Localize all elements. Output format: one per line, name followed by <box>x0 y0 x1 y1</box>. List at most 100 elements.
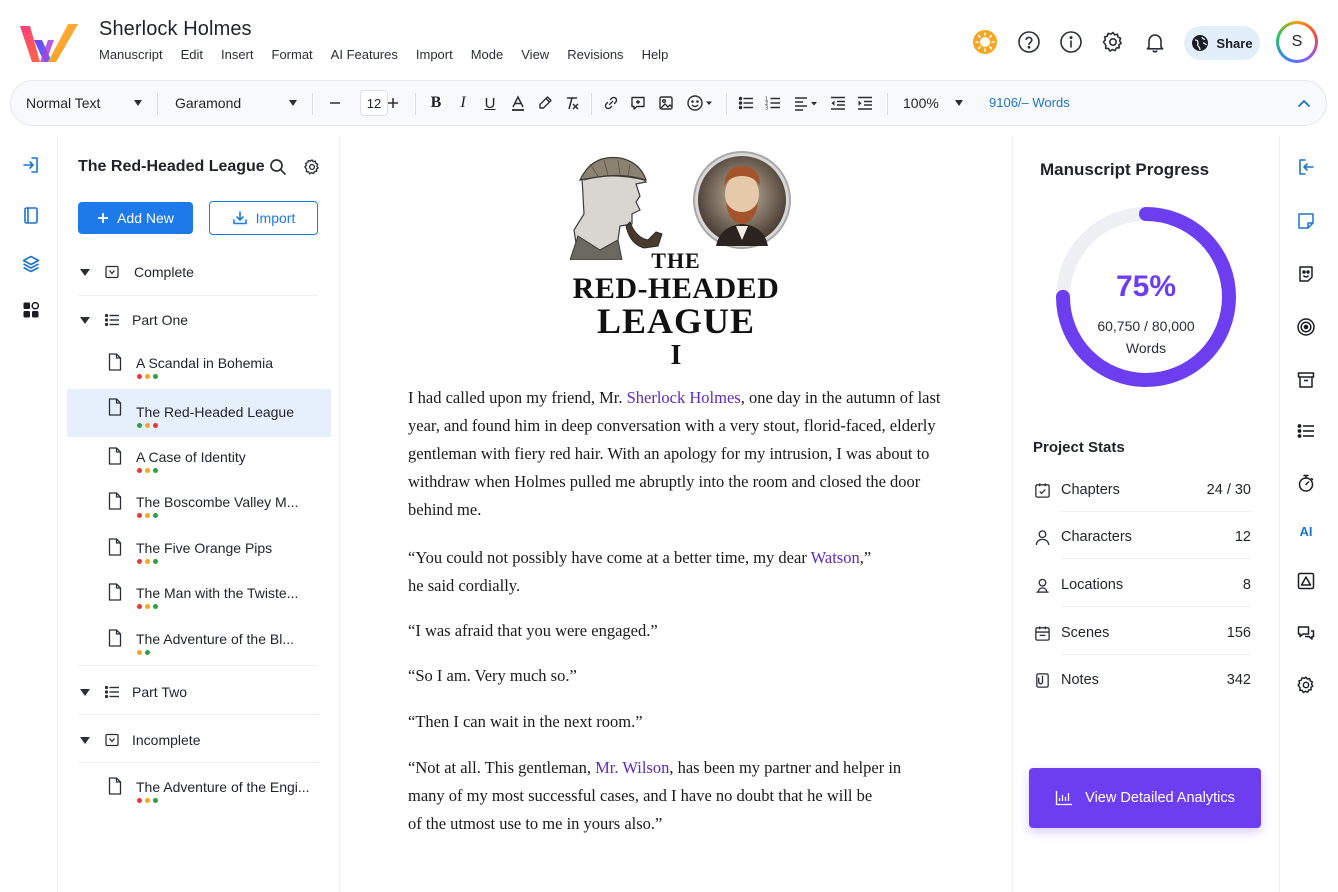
theme-toggle-sun-icon[interactable] <box>972 29 998 55</box>
character-link-watson[interactable]: Watson <box>811 548 860 567</box>
tree-settings-gear-icon[interactable] <box>302 157 322 177</box>
tree-title: The Red-Headed League <box>78 158 265 175</box>
tree-item-boscombe-valley[interactable]: The Boscombe Valley M... <box>58 487 340 527</box>
chat-bubbles-icon[interactable] <box>1295 623 1317 645</box>
widgets-icon[interactable] <box>20 299 42 321</box>
tree-item-adventure-engineer[interactable]: The Adventure of the Engi... <box>58 772 340 812</box>
menu-import[interactable]: Import <box>416 47 453 62</box>
character-card-icon[interactable] <box>1295 263 1317 285</box>
zoom-select[interactable]: 100% <box>903 81 963 125</box>
collapse-right-panel-icon[interactable] <box>1295 156 1317 178</box>
tree-group-incomplete[interactable]: Incomplete <box>58 730 340 750</box>
bold-icon[interactable]: B <box>426 93 446 113</box>
settings-gear-icon[interactable] <box>1295 674 1317 696</box>
search-icon[interactable] <box>268 157 288 177</box>
text-run: “Not at all. This gentleman, <box>408 758 596 777</box>
target-icon[interactable] <box>1295 316 1317 338</box>
document-title[interactable]: Sherlock Holmes <box>99 18 252 41</box>
timer-icon[interactable] <box>1295 472 1317 494</box>
manuscript-editor[interactable]: THE RED-HEADED LEAGUE I I had called upo… <box>340 136 1012 892</box>
add-new-button[interactable]: Add New <box>78 202 193 234</box>
menu-mode[interactable]: Mode <box>471 47 504 62</box>
help-icon[interactable] <box>1016 29 1042 55</box>
tree-item-label: The Five Orange Pips <box>136 540 273 556</box>
user-avatar[interactable]: S <box>1276 21 1318 63</box>
paragraph-6[interactable]: “Not at all. This gentleman, Mr. Wilson,… <box>408 754 968 838</box>
menu-ai-features[interactable]: AI Features <box>331 47 398 62</box>
stat-chapters[interactable]: Chapters 24 / 30 <box>1033 478 1251 502</box>
tree-item-case-of-identity[interactable]: A Case of Identity <box>58 442 340 482</box>
highlight-pen-icon[interactable] <box>535 93 555 113</box>
stat-divider <box>1061 654 1251 655</box>
app-logo-icon[interactable] <box>18 20 80 66</box>
font-family-select[interactable]: Garamond <box>175 81 298 125</box>
collapse-panel-icon[interactable] <box>20 154 42 176</box>
tree-item-scandal-in-bohemia[interactable]: A Scandal in Bohemia <box>58 348 340 388</box>
menu-view[interactable]: View <box>521 47 549 62</box>
stat-notes[interactable]: Notes 342 <box>1033 668 1251 692</box>
tree-item-adventure-blue[interactable]: The Adventure of the Bl... <box>58 624 340 664</box>
paragraph-1[interactable]: I had called upon my friend, Mr. Sherloc… <box>408 384 948 524</box>
menu-revisions[interactable]: Revisions <box>567 47 623 62</box>
increase-size-icon[interactable] <box>383 93 403 113</box>
underline-icon[interactable]: U <box>480 93 500 113</box>
toolbar-divider <box>312 93 313 115</box>
import-button[interactable]: Import <box>209 201 318 235</box>
ai-assistant-button[interactable]: AI <box>1295 524 1317 539</box>
link-icon[interactable] <box>601 93 621 113</box>
comment-icon[interactable] <box>628 93 648 113</box>
tree-item-red-headed-league[interactable]: The Red-Headed League <box>67 389 331 437</box>
paragraph-3[interactable]: “I was afraid that you were engaged.” <box>408 617 948 645</box>
paragraph-style-select[interactable]: Normal Text <box>26 81 143 125</box>
menu-bar: Manuscript Edit Insert Format AI Feature… <box>99 47 686 62</box>
stat-locations[interactable]: Locations 8 <box>1033 573 1251 597</box>
tree-item-man-with-twisted-lip[interactable]: The Man with the Twiste... <box>58 578 340 618</box>
character-link-wilson[interactable]: Mr. Wilson <box>595 758 669 777</box>
location-person-icon <box>1033 576 1051 594</box>
paragraph-4[interactable]: “So I am. Very much so.” <box>408 662 948 690</box>
stat-value: 8 <box>1242 577 1251 593</box>
bullet-list-icon[interactable] <box>736 93 756 113</box>
menu-help[interactable]: Help <box>642 47 669 62</box>
menu-insert[interactable]: Insert <box>221 47 254 62</box>
avatar-initial: S <box>1279 24 1315 60</box>
menu-edit[interactable]: Edit <box>181 47 203 62</box>
menu-format[interactable]: Format <box>272 47 313 62</box>
share-button[interactable]: Share <box>1184 26 1260 60</box>
decrease-size-icon[interactable] <box>325 93 345 113</box>
toolbar-divider <box>415 93 416 115</box>
outdent-icon[interactable] <box>828 93 848 113</box>
character-link-holmes[interactable]: Sherlock Holmes <box>627 388 741 407</box>
stat-characters[interactable]: Characters 12 <box>1033 525 1251 549</box>
align-icon[interactable] <box>792 93 822 113</box>
view-analytics-button[interactable]: View Detailed Analytics <box>1029 768 1261 828</box>
paragraph-2[interactable]: “You could not possibly have come at a b… <box>408 544 948 600</box>
image-icon[interactable] <box>656 93 676 113</box>
archive-icon[interactable] <box>1295 369 1317 391</box>
tree-item-label: The Boscombe Valley M... <box>136 494 299 510</box>
layers-icon[interactable] <box>20 253 42 275</box>
tree-group-part-two[interactable]: Part Two <box>58 682 340 702</box>
indent-icon[interactable] <box>855 93 875 113</box>
settings-gear-icon[interactable] <box>1100 29 1126 55</box>
stat-scenes[interactable]: Scenes 156 <box>1033 621 1251 645</box>
info-icon[interactable] <box>1058 29 1084 55</box>
book-icon[interactable] <box>20 204 42 226</box>
word-count[interactable]: 9106/– Words <box>989 95 1070 110</box>
sticky-note-icon[interactable] <box>1295 210 1317 232</box>
clear-format-icon[interactable] <box>562 93 582 113</box>
numbered-list-icon[interactable]: 123 <box>763 93 783 113</box>
tree-group-part-one[interactable]: Part One <box>58 310 340 330</box>
tree-item-five-orange-pips[interactable]: The Five Orange Pips <box>58 533 340 573</box>
chevron-up-icon[interactable] <box>1294 93 1314 113</box>
emoji-icon[interactable] <box>685 93 717 113</box>
outline-list-icon[interactable] <box>1295 420 1317 442</box>
shape-triangle-icon[interactable] <box>1295 570 1317 592</box>
text-color-icon[interactable] <box>508 93 528 113</box>
menu-manuscript[interactable]: Manuscript <box>99 47 163 62</box>
italic-icon[interactable]: I <box>453 93 473 113</box>
paragraph-5[interactable]: “Then I can wait in the next room.” <box>408 708 948 736</box>
tree-group-complete[interactable]: Complete <box>58 262 340 282</box>
list-icon <box>104 313 119 327</box>
notification-bell-icon[interactable] <box>1142 29 1168 55</box>
